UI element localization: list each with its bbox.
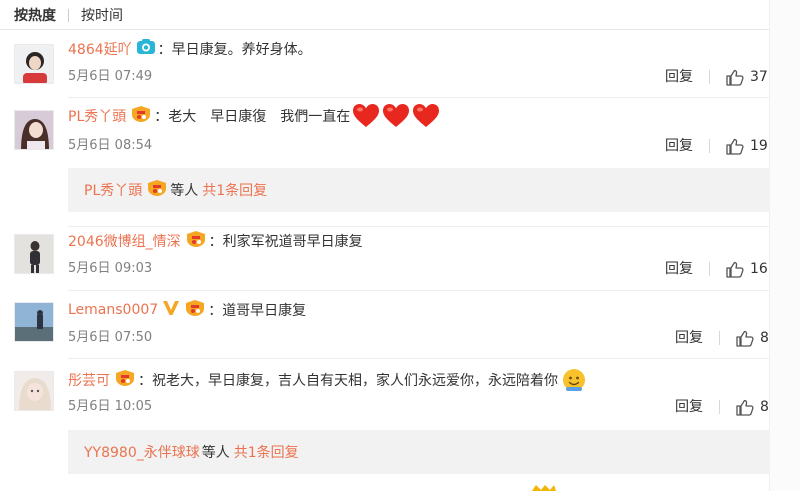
comment-time: 5月6日 09:03 xyxy=(68,261,153,276)
comment-text: 早日康复。养好身体。 xyxy=(171,42,312,58)
fan-badge-icon[interactable] xyxy=(114,369,136,391)
action-divider xyxy=(709,139,710,153)
like-button[interactable]: 19 xyxy=(726,136,768,156)
like-button[interactable]: 8 xyxy=(736,397,769,417)
thumbs-up-icon xyxy=(726,69,744,86)
comment-divider xyxy=(68,290,770,291)
comment-divider xyxy=(68,226,770,227)
fan-badge-icon[interactable] xyxy=(184,299,206,321)
sub-reply-middle-text: 等人 xyxy=(201,445,230,461)
comment-divider xyxy=(68,97,770,98)
comment-username[interactable]: 彤芸可 xyxy=(68,370,110,390)
verified-v-icon[interactable] xyxy=(162,300,180,320)
comment-time: 5月6日 08:54 xyxy=(68,138,153,153)
sub-reply-box: YY8980_永伴球球 等人 共1条回复 xyxy=(68,430,770,474)
action-divider xyxy=(709,70,710,84)
comment-username[interactable]: 4864延吖 xyxy=(68,39,132,59)
reply-button[interactable]: 回复 xyxy=(665,136,693,156)
sort-divider xyxy=(68,8,69,22)
reply-button[interactable]: 回复 xyxy=(675,328,703,348)
avatar[interactable] xyxy=(14,302,54,342)
view-replies-link[interactable]: 共1条回复 xyxy=(234,442,299,462)
comment-divider xyxy=(68,358,770,359)
smile-emoji-icon xyxy=(563,369,585,391)
scrollbar-track[interactable] xyxy=(769,0,800,491)
comment-username[interactable]: Lemans0007 xyxy=(68,302,158,318)
sub-reply-middle-text: 等人 xyxy=(170,183,199,199)
comment-colon: ： xyxy=(157,42,172,58)
heart-emoji-icon xyxy=(383,104,410,127)
like-button[interactable]: 16 xyxy=(726,259,768,279)
like-count: 19 xyxy=(750,138,768,154)
avatar[interactable] xyxy=(14,110,54,150)
thumbs-up-icon xyxy=(736,399,754,416)
reply-button[interactable]: 回复 xyxy=(675,397,703,417)
comment-text: 道哥早日康复 xyxy=(222,303,307,319)
like-button[interactable]: 37 xyxy=(726,67,768,87)
comment-colon: ： xyxy=(138,373,152,389)
sub-reply-username[interactable]: PL秀丫頭 xyxy=(84,180,142,200)
sort-bar-underline xyxy=(0,29,780,30)
comment-line: 彤芸可 ： 祝老大，早日康复，吉人自有天相，家人们永远爱你，永远陪着你 xyxy=(68,368,586,392)
fan-badge-icon[interactable] xyxy=(130,105,152,127)
fan-badge-icon[interactable] xyxy=(185,230,207,252)
thumbs-up-icon xyxy=(726,261,744,278)
comment-colon: ： xyxy=(208,303,223,319)
comment-line: 2046微博组_情深 ： 利家军祝道哥早日康复 xyxy=(68,229,363,253)
comment-time: 5月6日 07:50 xyxy=(68,330,153,345)
like-button[interactable]: 8 xyxy=(736,328,769,348)
heart-emoji-icon xyxy=(353,104,380,127)
comment-time: 5月6日 10:05 xyxy=(68,399,153,414)
avatar[interactable] xyxy=(14,371,54,411)
avatar[interactable] xyxy=(14,234,54,274)
action-divider xyxy=(719,331,720,345)
like-count: 37 xyxy=(750,69,768,85)
sort-by-time-tab[interactable]: 按时间 xyxy=(81,5,123,25)
comment-colon: ： xyxy=(208,234,223,250)
like-count: 8 xyxy=(760,330,769,346)
comment-text: 祝老大，早日康复，吉人自有天相，家人们永远爱你，永远陪着你 xyxy=(152,373,558,389)
sub-reply-username[interactable]: YY8980_永伴球球 xyxy=(84,442,200,462)
action-divider xyxy=(719,400,720,414)
avatar[interactable] xyxy=(14,44,54,84)
comment-username[interactable]: 2046微博组_情深 xyxy=(68,231,181,251)
like-count: 16 xyxy=(750,261,768,277)
reply-button[interactable]: 回复 xyxy=(665,67,693,87)
view-replies-link[interactable]: 共1条回复 xyxy=(202,180,267,200)
comment-text: 老大 早日康復 我們一直在 xyxy=(168,109,351,125)
camera-icon[interactable] xyxy=(136,39,156,59)
comment-text: 利家军祝道哥早日康复 xyxy=(222,234,363,250)
comment-line: Lemans0007 ： 道哥早日康复 xyxy=(68,298,306,322)
action-divider xyxy=(709,262,710,276)
heart-emoji-icon xyxy=(413,104,440,127)
sub-reply-box: PL秀丫頭 等人 共1条回复 xyxy=(68,168,770,212)
sort-bar: 按热度 按时间 xyxy=(14,3,123,27)
comment-username[interactable]: PL秀丫頭 xyxy=(68,106,126,126)
comment-line: PL秀丫頭 ： 老大 早日康復 我們一直在 xyxy=(68,104,442,128)
sort-by-hot-tab[interactable]: 按热度 xyxy=(14,5,56,25)
comment-colon: ： xyxy=(154,109,169,125)
comment-line: 4864延吖 ： 早日康复。养好身体。 xyxy=(68,37,312,61)
fan-badge-icon[interactable] xyxy=(146,179,168,201)
thumbs-up-icon xyxy=(726,138,744,155)
heart-emoji-group xyxy=(352,103,442,129)
partial-emoji-icon xyxy=(532,485,556,491)
like-count: 8 xyxy=(760,399,769,415)
reply-button[interactable]: 回复 xyxy=(665,259,693,279)
thumbs-up-icon xyxy=(736,330,754,347)
comment-time: 5月6日 07:49 xyxy=(68,69,153,84)
